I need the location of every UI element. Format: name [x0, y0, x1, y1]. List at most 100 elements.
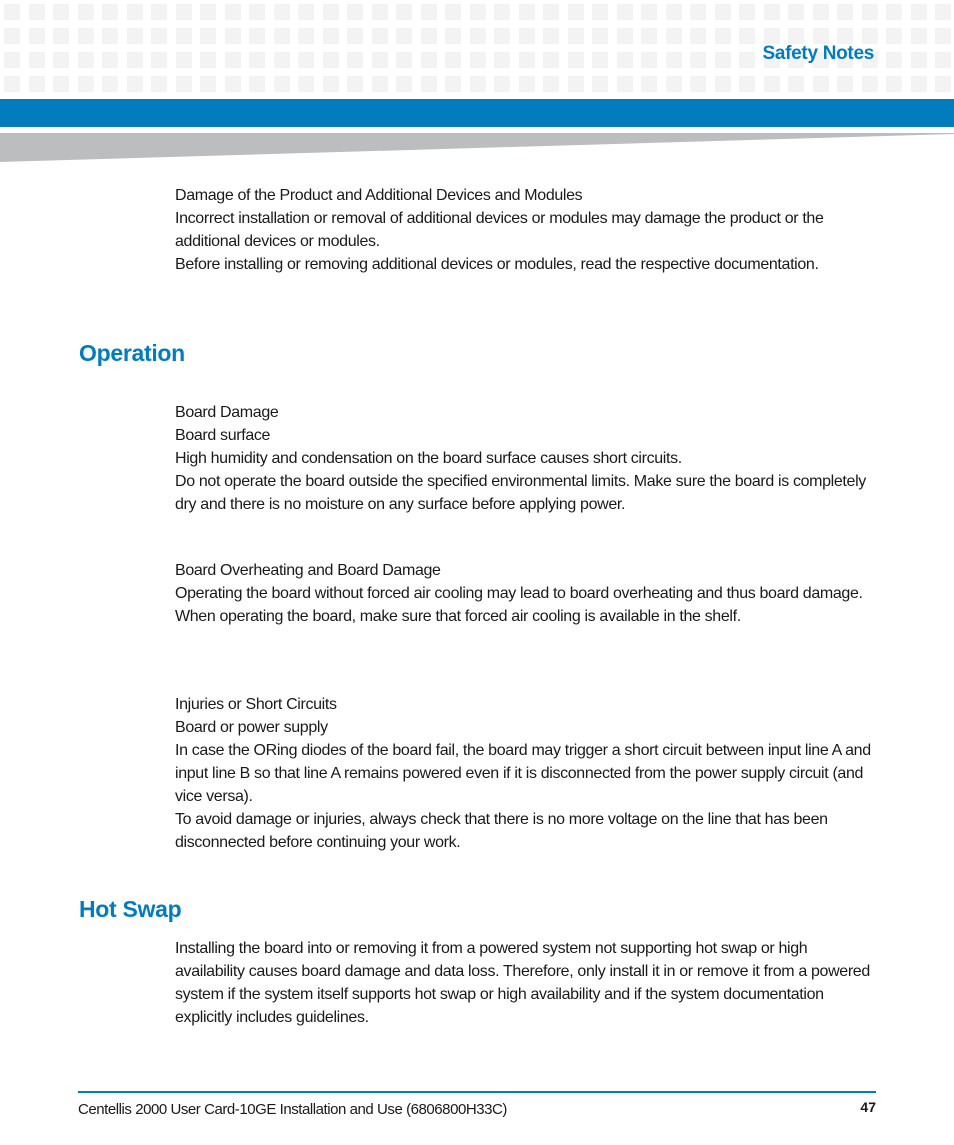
header-band: [0, 99, 954, 127]
pattern-square: [690, 76, 706, 92]
notice-short-circuits: Injuries or Short Circuits Board or powe…: [175, 693, 880, 854]
footer-document-title: Centellis 2000 User Card-10GE Installati…: [78, 1101, 507, 1118]
pattern-square: [420, 52, 437, 68]
pattern-square: [714, 52, 731, 68]
pattern-square: [53, 4, 69, 20]
pattern-square: [567, 52, 584, 68]
pattern-square: [28, 28, 45, 44]
header-wedge: [0, 133, 954, 162]
pattern-square: [200, 52, 216, 68]
section-title-operation: Operation: [79, 340, 185, 366]
pattern-square: [494, 28, 510, 44]
pattern-square: [28, 4, 45, 20]
notice-subject: Board or power supply: [175, 719, 328, 736]
pattern-square: [690, 4, 706, 20]
notice-heading: Board Damage: [175, 404, 279, 421]
pattern-square: [371, 28, 388, 44]
pattern-square: [77, 28, 94, 44]
pattern-square: [347, 28, 363, 44]
pattern-square: [886, 52, 902, 68]
pattern-square: [616, 28, 633, 44]
pattern-square: [224, 4, 241, 20]
pattern-square: [886, 28, 902, 44]
hot-swap-paragraph: Installing the board into or removing it…: [175, 937, 880, 1029]
pattern-square: [298, 28, 314, 44]
pattern-square: [788, 76, 804, 92]
pattern-square: [126, 28, 143, 44]
pattern-square: [616, 52, 633, 68]
pattern-square: [200, 28, 216, 44]
pattern-square: [592, 4, 608, 20]
pattern-square: [420, 28, 437, 44]
pattern-square: [861, 4, 878, 20]
pattern-square: [4, 76, 20, 92]
pattern-square: [396, 76, 412, 92]
pattern-square: [886, 76, 902, 92]
notice-subject: Board surface: [175, 427, 271, 444]
pattern-square: [273, 4, 290, 20]
notice-text: When operating the board, make sure that…: [175, 608, 741, 625]
pattern-square: [445, 52, 461, 68]
pattern-square: [126, 52, 143, 68]
pattern-square: [641, 28, 657, 44]
pattern-square: [224, 52, 241, 68]
pattern-square: [739, 52, 755, 68]
pattern-square: [837, 28, 853, 44]
pattern-square: [126, 4, 143, 20]
pattern-square: [910, 76, 927, 92]
pattern-square: [714, 76, 731, 92]
footer-rule: [78, 1091, 876, 1093]
pattern-square: [861, 76, 878, 92]
pattern-square: [812, 76, 829, 92]
pattern-square: [322, 76, 339, 92]
pattern-square: [298, 76, 314, 92]
pattern-square: [298, 4, 314, 20]
pattern-square: [543, 76, 559, 92]
pattern-square: [910, 52, 927, 68]
pattern-square: [543, 28, 559, 44]
pattern-square: [494, 52, 510, 68]
pattern-square: [175, 28, 192, 44]
pattern-square: [469, 28, 486, 44]
pattern-square: [641, 76, 657, 92]
pattern-square: [322, 52, 339, 68]
pattern-square: [102, 4, 118, 20]
pattern-square: [469, 52, 486, 68]
pattern-square: [175, 52, 192, 68]
pattern-square: [420, 4, 437, 20]
pattern-square: [53, 76, 69, 92]
pattern-square: [518, 52, 535, 68]
pattern-square: [371, 4, 388, 20]
pattern-square: [102, 76, 118, 92]
notice-heading: Damage of the Product and Additional Dev…: [175, 187, 583, 204]
notice-heading: Board Overheating and Board Damage: [175, 562, 441, 579]
pattern-square: [543, 52, 559, 68]
pattern-square: [494, 76, 510, 92]
pattern-square: [445, 28, 461, 44]
pattern-square: [837, 76, 853, 92]
pattern-square: [249, 4, 265, 20]
pattern-square: [616, 76, 633, 92]
pattern-square: [469, 76, 486, 92]
running-header-title: Safety Notes: [762, 43, 875, 64]
pattern-square: [763, 28, 780, 44]
notice-text: Incorrect installation or removal of add…: [175, 210, 824, 250]
pattern-square: [616, 4, 633, 20]
pattern-square: [224, 76, 241, 92]
pattern-square: [298, 52, 314, 68]
pattern-square: [420, 76, 437, 92]
pattern-square: [714, 4, 731, 20]
pattern-square: [788, 28, 804, 44]
pattern-square: [371, 76, 388, 92]
pattern-square: [763, 76, 780, 92]
pattern-square: [812, 4, 829, 20]
pattern-square: [53, 52, 69, 68]
pattern-square: [445, 4, 461, 20]
pattern-square: [714, 28, 731, 44]
notice-text: High humidity and condensation on the bo…: [175, 450, 682, 467]
notice-product-damage: Damage of the Product and Additional Dev…: [175, 184, 880, 276]
pattern-square: [763, 4, 780, 20]
pattern-square: [151, 4, 167, 20]
pattern-square: [665, 4, 682, 20]
pattern-square: [371, 52, 388, 68]
